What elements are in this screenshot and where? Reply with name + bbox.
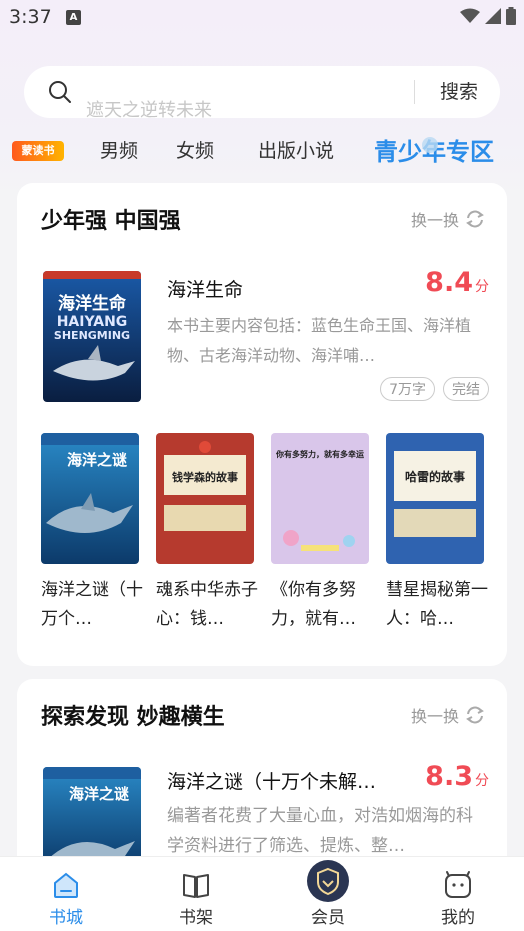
nav-bookshelf[interactable]: 书架 [156,857,236,931]
book-cover: 海洋之谜 [43,767,141,867]
nav-bookstore[interactable]: 书城 [26,857,106,931]
book-title: 海洋之谜（十万个未解… [167,771,377,793]
featured-book[interactable]: 海洋生命 HAIYANG SHENGMING 海洋生命 8.4 分 本书主要内容包… [43,267,489,402]
section-card-youth: 少年强 中国强 换一换 海洋生命 HAIYANG SHENGMING 海洋生命 … [17,183,507,666]
cover-sub1: HAIYANG [57,314,128,330]
nav-label: 会员 [311,908,345,928]
cover-title: 哈雷的故事 [405,469,465,484]
search-bar[interactable]: 遮天之逆转未来 搜索 [24,66,500,121]
search-hint: 遮天之逆转未来 [86,100,212,121]
vip-shield-icon [307,860,349,902]
tag-word-count: 7万字 [380,377,435,401]
bottom-nav: 书城 书架 会员 我的 [0,856,524,931]
battery-icon [506,7,516,25]
status-bar: 3:37 A [0,0,524,36]
book-score: 8.3 分 [425,761,489,792]
promo-logo[interactable]: 蒙读书 [12,141,64,161]
category-tabs: 蒙读书 男频 女频 出版小说 青少年专区 [0,128,524,172]
tab-published[interactable]: 出版小说 [258,136,334,163]
refresh-icon [466,210,484,228]
tab-female[interactable]: 女频 [176,136,214,163]
grid-book[interactable]: 哈雷的故事 彗星揭秘第一人：哈… [386,433,488,634]
status-time: 3:37 [9,6,52,28]
refresh-label: 换一换 [410,211,459,230]
book-tags: 7万字 完结 [380,377,489,401]
grid-book[interactable]: 你有多努力，就有多幸运 《你有多努力，就有… [271,433,369,634]
book-description: 本书主要内容包括：蓝色生命王国、海洋植物、古老海洋动物、海洋哺… [167,316,472,365]
search-button[interactable]: 搜索 [426,78,492,106]
book-cover: 海洋之谜 [41,433,139,564]
section-title: 少年强 中国强 [41,209,181,234]
grid-book-title: 彗星揭秘第一人：哈… [386,580,488,629]
cover-sub2: SHENGMING [54,329,130,342]
section-card-explore: 探索发现 妙趣横生 换一换 海洋之谜 海洋之谜（十万个未解… 8.3 分 编著者花… [17,679,507,879]
status-icons [460,7,516,25]
refresh-icon [466,706,484,724]
book-score: 8.4 分 [425,267,489,298]
cover-title: 海洋之谜 [67,451,128,469]
cover-title: 海洋生命 [58,293,127,314]
cover-title: 你有多努力，就有多幸运 [275,449,364,459]
grid-book[interactable]: 海洋之谜 海洋之谜（十万个… [41,433,143,634]
search-icon [49,81,71,103]
wifi-icon [460,8,480,23]
nav-label: 书架 [179,908,213,928]
nav-profile[interactable]: 我的 [418,857,498,931]
grid-book-title: 魂系中华赤子心：钱… [156,580,258,629]
refresh-button[interactable]: 换一换 [411,207,485,231]
section-title: 探索发现 妙趣横生 [41,705,225,730]
grid-book-title: 海洋之谜（十万个… [41,580,143,629]
search-divider [414,80,415,104]
book-cover: 你有多努力，就有多幸运 [271,433,369,564]
nav-label: 我的 [441,908,475,928]
book-description: 编著者花费了大量心血，对浩如烟海的科学资料进行了筛选、提炼、整… [167,806,473,856]
refresh-label: 换一换 [410,707,459,726]
book-cover: 哈雷的故事 [386,433,484,564]
tab-active-indicator [422,137,438,153]
grid-book[interactable]: 钱学森的故事 魂系中华赤子心：钱… [156,433,258,634]
notification-a-icon: A [66,10,81,25]
cover-title: 钱学森的故事 [172,470,238,484]
home-icon [54,872,78,898]
tab-male[interactable]: 男频 [100,136,138,163]
signal-icon [485,8,501,24]
book-cover: 海洋生命 HAIYANG SHENGMING [43,271,141,402]
nav-label: 书城 [49,908,83,928]
cover-title: 海洋之谜 [69,785,130,803]
refresh-button[interactable]: 换一换 [411,703,485,727]
book-title: 海洋生命 [167,279,244,301]
nav-membership[interactable]: 会员 [288,857,368,931]
profile-face-icon [445,871,471,898]
book-grid: 海洋之谜 海洋之谜（十万个… 钱学森的故事 魂系中华赤子心：钱… 你有多努力，就… [41,433,489,633]
book-cover: 钱学森的故事 [156,433,254,564]
book-icon [183,874,209,898]
tag-status: 完结 [443,377,489,401]
grid-book-title: 《你有多努力，就有… [271,580,356,629]
